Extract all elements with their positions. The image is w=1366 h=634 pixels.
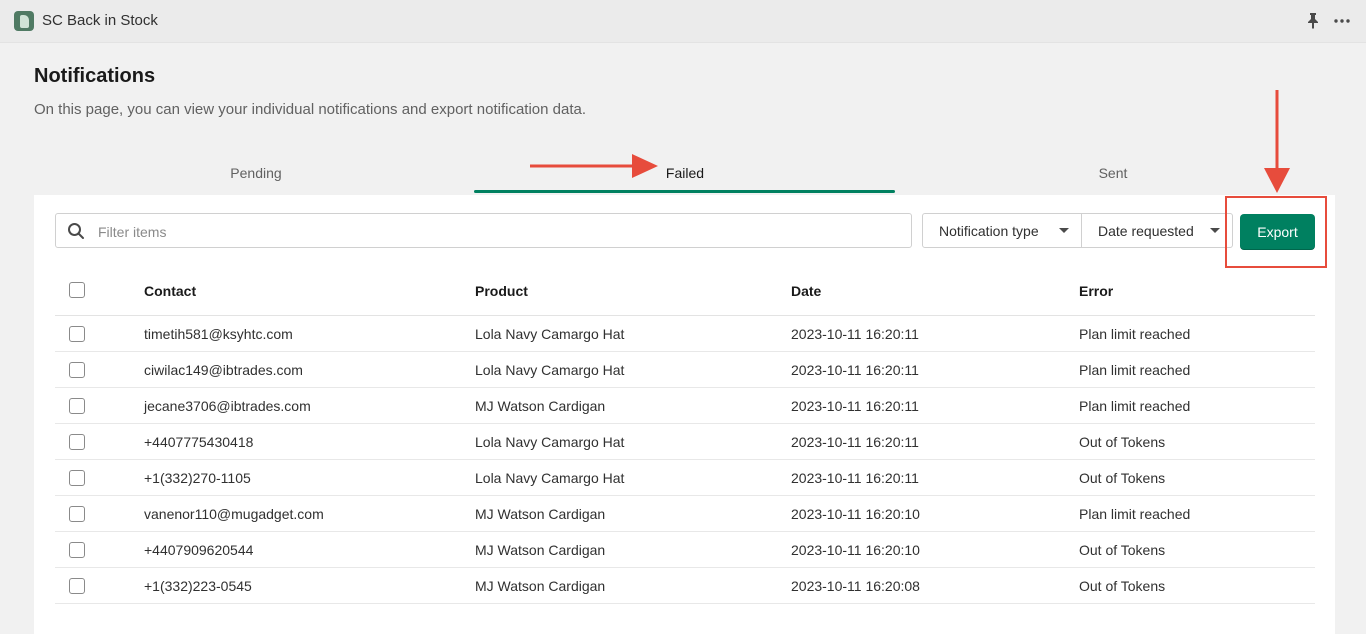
error-cell: Plan limit reached: [1079, 326, 1191, 342]
table-row[interactable]: timetih581@ksyhtc.com Lola Navy Camargo …: [55, 316, 1315, 352]
select-all-checkbox[interactable]: [69, 282, 85, 298]
table-row[interactable]: +4407775430418 Lola Navy Camargo Hat 202…: [55, 424, 1315, 460]
notifications-card: Notification type Date requested Export …: [34, 195, 1335, 634]
error-cell: Out of Tokens: [1079, 578, 1166, 594]
filter-search: [55, 213, 912, 249]
error-cell: Out of Tokens: [1079, 470, 1166, 486]
notification-type-filter[interactable]: Notification type: [922, 213, 1082, 248]
product-cell: MJ Watson Cardigan: [475, 578, 606, 594]
export-highlight-box: [1225, 196, 1327, 268]
product-cell: MJ Watson Cardigan: [475, 506, 606, 522]
contact-cell: +4407775430418: [144, 434, 254, 450]
page-title: Notifications: [34, 65, 156, 87]
table-row[interactable]: jecane3706@ibtrades.com MJ Watson Cardig…: [55, 388, 1315, 424]
contact-cell: vanenor110@mugadget.com: [144, 506, 324, 522]
search-icon: [68, 223, 84, 239]
row-checkbox[interactable]: [69, 398, 85, 414]
column-header-product: Product: [475, 283, 528, 299]
active-tab-indicator: [474, 190, 895, 193]
pin-icon[interactable]: [1306, 12, 1320, 30]
contact-cell: +4407909620544: [144, 542, 254, 558]
date-cell: 2023-10-11 16:20:08: [791, 578, 920, 594]
notifications-table: Contact Product Date Error timetih581@ks…: [55, 267, 1315, 604]
date-cell: 2023-10-11 16:20:11: [791, 470, 919, 486]
product-cell: Lola Navy Camargo Hat: [475, 362, 625, 378]
tab-failed[interactable]: Failed: [475, 151, 895, 195]
more-icon[interactable]: [1333, 12, 1351, 30]
app-logo-icon: [14, 11, 34, 31]
column-header-date: Date: [791, 283, 822, 299]
error-cell: Plan limit reached: [1079, 362, 1191, 378]
product-cell: Lola Navy Camargo Hat: [475, 326, 625, 342]
contact-cell: +1(332)223-0545: [144, 578, 252, 594]
date-cell: 2023-10-11 16:20:10: [791, 542, 920, 558]
column-header-error: Error: [1079, 283, 1114, 299]
column-header-contact: Contact: [144, 283, 197, 299]
date-cell: 2023-10-11 16:20:11: [791, 434, 919, 450]
contact-cell: jecane3706@ibtrades.com: [144, 398, 311, 414]
table-row[interactable]: ciwilac149@ibtrades.com Lola Navy Camarg…: [55, 352, 1315, 388]
tab-sent[interactable]: Sent: [903, 151, 1323, 195]
row-checkbox[interactable]: [69, 578, 85, 594]
row-checkbox[interactable]: [69, 362, 85, 378]
chevron-down-icon: [1059, 228, 1069, 233]
app-header: SC Back in Stock: [0, 0, 1366, 43]
page-description: On this page, you can view your individu…: [34, 101, 586, 118]
tab-pending[interactable]: Pending: [46, 151, 466, 195]
tab-bar: Pending Failed Sent: [34, 151, 1335, 195]
contact-cell: +1(332)270-1105: [144, 470, 251, 486]
date-requested-filter[interactable]: Date requested: [1081, 213, 1233, 248]
error-cell: Out of Tokens: [1079, 434, 1166, 450]
error-cell: Out of Tokens: [1079, 542, 1166, 558]
chevron-down-icon: [1210, 228, 1220, 233]
date-cell: 2023-10-11 16:20:11: [791, 398, 919, 414]
app-title: SC Back in Stock: [42, 12, 158, 29]
date-cell: 2023-10-11 16:20:11: [791, 362, 919, 378]
product-cell: MJ Watson Cardigan: [475, 398, 606, 414]
row-checkbox[interactable]: [69, 506, 85, 522]
error-cell: Plan limit reached: [1079, 398, 1191, 414]
error-cell: Plan limit reached: [1079, 506, 1191, 522]
product-cell: Lola Navy Camargo Hat: [475, 434, 625, 450]
main-content: Notifications On this page, you can view…: [0, 43, 1366, 634]
date-requested-label: Date requested: [1098, 222, 1194, 239]
product-cell: Lola Navy Camargo Hat: [475, 470, 625, 486]
product-cell: MJ Watson Cardigan: [475, 542, 606, 558]
table-row[interactable]: +4407909620544 MJ Watson Cardigan 2023-1…: [55, 532, 1315, 568]
contact-cell: timetih581@ksyhtc.com: [144, 326, 293, 342]
filter-input[interactable]: [96, 214, 900, 249]
table-row[interactable]: +1(332)270-1105 Lola Navy Camargo Hat 20…: [55, 460, 1315, 496]
row-checkbox[interactable]: [69, 434, 85, 450]
table-row[interactable]: +1(332)223-0545 MJ Watson Cardigan 2023-…: [55, 568, 1315, 604]
table-row[interactable]: vanenor110@mugadget.com MJ Watson Cardig…: [55, 496, 1315, 532]
notification-type-label: Notification type: [939, 222, 1039, 239]
date-cell: 2023-10-11 16:20:10: [791, 506, 920, 522]
date-cell: 2023-10-11 16:20:11: [791, 326, 919, 342]
row-checkbox[interactable]: [69, 326, 85, 342]
row-checkbox[interactable]: [69, 542, 85, 558]
row-checkbox[interactable]: [69, 470, 85, 486]
table-header: Contact Product Date Error: [55, 267, 1315, 316]
contact-cell: ciwilac149@ibtrades.com: [144, 362, 303, 378]
